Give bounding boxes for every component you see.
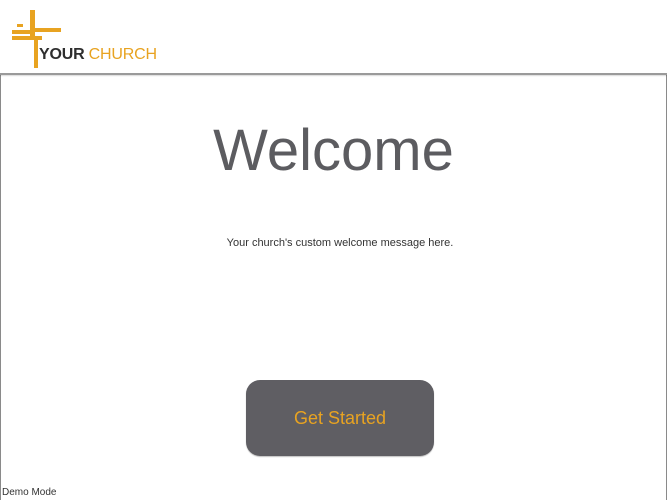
- logo-wordmark: YOUR CHURCH: [39, 46, 157, 64]
- header-bar: YOUR CHURCH: [0, 0, 667, 75]
- demo-mode-label: Demo Mode: [2, 487, 57, 498]
- welcome-title: Welcome: [213, 118, 454, 183]
- church-logo: YOUR CHURCH: [12, 8, 172, 68]
- welcome-message: Your church's custom welcome message her…: [226, 237, 454, 249]
- logo-text-light: CHURCH: [84, 46, 157, 63]
- logo-text-strong: YOUR: [39, 46, 85, 63]
- get-started-button[interactable]: Get Started: [246, 380, 434, 456]
